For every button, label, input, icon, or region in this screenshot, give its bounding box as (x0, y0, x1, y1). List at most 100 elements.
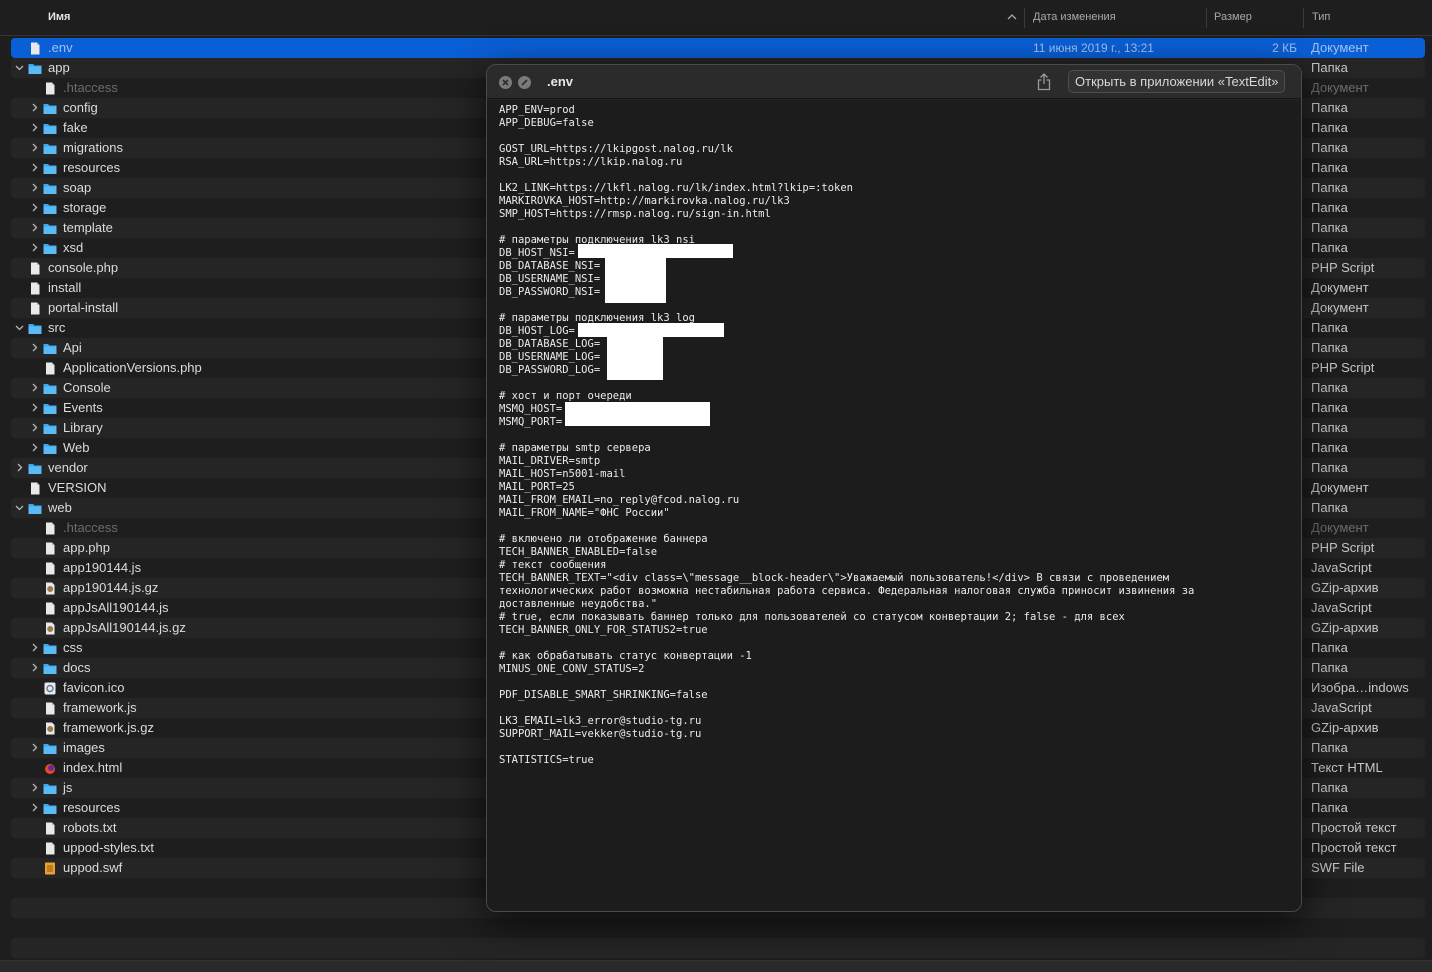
quicklook-content[interactable]: APP_ENV=prod APP_DEBUG=false GOST_URL=http… (487, 100, 1301, 911)
text-line: доставленные неудобства." (499, 598, 658, 610)
file-type: Папка (1311, 380, 1348, 395)
document-icon (43, 821, 57, 835)
fullscreen-button[interactable] (518, 76, 531, 89)
chevron-right-icon[interactable] (30, 803, 39, 812)
file-type: Папка (1311, 780, 1348, 795)
file-name: migrations (63, 140, 123, 155)
file-type: Папка (1311, 400, 1348, 415)
file-name: docs (63, 660, 91, 675)
chevron-down-icon[interactable] (15, 503, 24, 512)
document-icon (28, 281, 42, 295)
document-icon (28, 41, 42, 55)
column-header-date[interactable]: Дата изменения (1033, 11, 1116, 23)
file-type: JavaScript (1311, 600, 1372, 615)
file-name: appJsAll190144.js (63, 600, 169, 615)
document-icon (43, 601, 57, 615)
folder-icon (28, 501, 42, 514)
chevron-right-icon[interactable] (30, 163, 39, 172)
chevron-down-icon[interactable] (15, 63, 24, 72)
chevron-right-icon[interactable] (30, 743, 39, 752)
file-name: fake (63, 120, 88, 135)
chevron-right-icon[interactable] (30, 183, 39, 192)
column-separator[interactable] (1206, 8, 1207, 28)
file-type: Папка (1311, 340, 1348, 355)
redaction-block (578, 323, 724, 337)
file-name: .htaccess (63, 520, 118, 535)
quicklook-titlebar: .env Открыть в приложении «TextEdit» (487, 65, 1301, 99)
text-line (499, 520, 1194, 533)
redaction-block (605, 258, 666, 303)
chevron-right-icon[interactable] (30, 143, 39, 152)
sort-ascending-icon[interactable] (1007, 12, 1017, 22)
file-name: config (63, 100, 98, 115)
redaction-block (607, 337, 663, 380)
folder-icon (43, 141, 57, 154)
horizontal-scrollbar[interactable] (0, 960, 1432, 972)
swf-icon (43, 861, 57, 875)
file-name: Library (63, 420, 103, 435)
chevron-right-icon[interactable] (30, 443, 39, 452)
chevron-right-icon[interactable] (30, 203, 39, 212)
file-date: 11 июня 2019 г., 13:21 (1033, 41, 1154, 55)
column-header-type[interactable]: Тип (1312, 11, 1330, 23)
folder-icon (43, 221, 57, 234)
document-icon (43, 701, 57, 715)
chevron-right-icon[interactable] (30, 343, 39, 352)
text-line: DB_USERNAME_NSI= (499, 273, 601, 285)
chevron-right-icon[interactable] (15, 463, 24, 472)
file-name: console.php (48, 260, 119, 275)
file-name: js (63, 780, 73, 795)
document-icon (28, 301, 42, 315)
chevron-right-icon[interactable] (30, 383, 39, 392)
redaction-block (565, 402, 710, 426)
file-type: Папка (1311, 160, 1348, 175)
file-row[interactable]: .env 11 июня 2019 г., 13:21 2 КБ Документ (11, 38, 1425, 58)
column-separator[interactable] (1024, 8, 1025, 28)
document-icon (28, 261, 42, 275)
text-line: LK3_EMAIL=lk3_error@studio-tg.ru (499, 715, 702, 727)
folder-icon (28, 461, 42, 474)
chevron-right-icon[interactable] (30, 223, 39, 232)
chevron-down-icon[interactable] (15, 323, 24, 332)
chevron-right-icon[interactable] (30, 123, 39, 132)
close-button[interactable] (499, 76, 512, 89)
folder-icon (43, 121, 57, 134)
archive-icon (43, 621, 57, 635)
file-type: SWF File (1311, 860, 1365, 875)
chevron-right-icon[interactable] (30, 783, 39, 792)
file-type: Документ (1311, 520, 1369, 535)
chevron-right-icon[interactable] (30, 643, 39, 652)
file-type: GZip-архив (1311, 580, 1379, 595)
column-header-size[interactable]: Размер (1214, 11, 1252, 23)
file-type: Документ (1311, 480, 1369, 495)
chevron-right-icon[interactable] (30, 663, 39, 672)
text-line (499, 702, 1194, 715)
file-type: Документ (1311, 40, 1369, 55)
share-icon[interactable] (1037, 73, 1051, 91)
file-type: Папка (1311, 320, 1348, 335)
folder-icon (43, 181, 57, 194)
text-line (499, 169, 1194, 182)
column-separator[interactable] (1303, 8, 1304, 28)
text-line (499, 221, 1194, 234)
file-type: GZip-архив (1311, 720, 1379, 735)
chevron-right-icon[interactable] (30, 243, 39, 252)
text-line (499, 299, 1194, 312)
folder-icon (43, 741, 57, 754)
folder-icon (43, 641, 57, 654)
file-name: Console (63, 380, 111, 395)
text-line: TECH_BANNER_ONLY_FOR_STATUS2=true (499, 624, 708, 636)
text-line (499, 637, 1194, 650)
chevron-right-icon[interactable] (30, 103, 39, 112)
file-type: Простой текст (1311, 820, 1397, 835)
chevron-right-icon[interactable] (30, 403, 39, 412)
text-line: MAIL_HOST=n5001-mail (499, 468, 626, 480)
text-line: MAIL_PORT=25 (499, 481, 575, 493)
chevron-right-icon[interactable] (30, 423, 39, 432)
document-icon (43, 561, 57, 575)
column-header-name[interactable]: Имя (48, 11, 70, 23)
open-in-textedit-button[interactable]: Открыть в приложении «TextEdit» (1068, 70, 1286, 93)
file-type: Папка (1311, 140, 1348, 155)
file-name: robots.txt (63, 820, 117, 835)
text-line: LK2_LINK=https://lkfl.nalog.ru/lk/index.… (499, 182, 854, 194)
